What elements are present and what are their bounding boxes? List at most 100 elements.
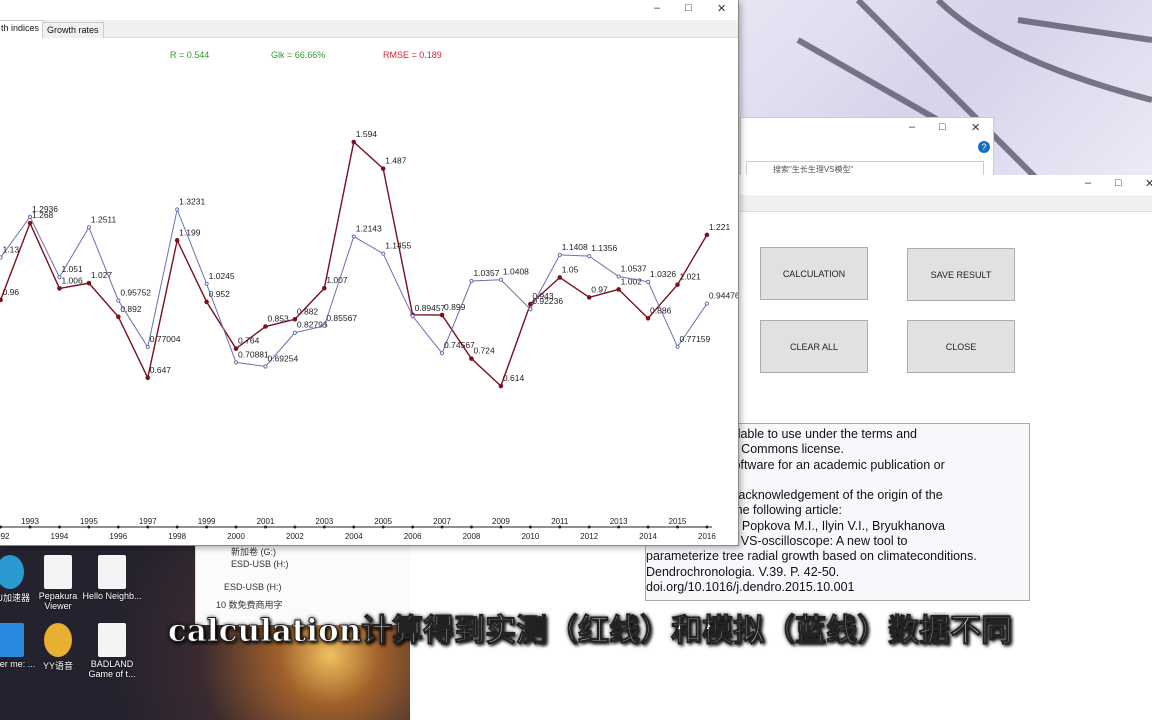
x-tick bbox=[646, 525, 650, 529]
data-label: 1.05 bbox=[562, 264, 579, 274]
help-icon[interactable]: ? bbox=[978, 141, 990, 153]
data-point bbox=[86, 280, 92, 286]
data-point bbox=[498, 383, 504, 389]
data-point bbox=[27, 214, 33, 219]
data-point bbox=[381, 251, 386, 256]
x-tick-label: 2013 bbox=[610, 517, 628, 526]
x-tick bbox=[116, 525, 120, 529]
data-point bbox=[322, 285, 327, 291]
data-point bbox=[263, 364, 268, 369]
data-label: 0.92236 bbox=[532, 296, 563, 306]
x-tick-label: 2000 bbox=[227, 532, 245, 541]
data-label: 0.69254 bbox=[267, 353, 298, 363]
close-icon[interactable]: ✕ bbox=[1145, 177, 1152, 190]
x-tick-label: 1992 bbox=[0, 532, 10, 541]
data-point bbox=[704, 301, 710, 306]
x-tick bbox=[352, 525, 356, 529]
minimize-icon[interactable]: – bbox=[1085, 177, 1091, 189]
data-label: 1.221 bbox=[709, 222, 731, 232]
drive-item[interactable]: ESD-USB (H:) bbox=[224, 582, 282, 592]
chart-window: – □ ✕ th indices Growth rates R = 0.544 … bbox=[0, 0, 739, 546]
x-tick-label: 1999 bbox=[198, 517, 216, 526]
data-label: 1.13 bbox=[3, 245, 20, 255]
x-tick bbox=[57, 525, 61, 529]
save-result-button[interactable]: SAVE RESULT bbox=[907, 248, 1015, 301]
data-point bbox=[675, 344, 680, 349]
data-label: 0.85567 bbox=[326, 313, 357, 323]
data-label: 0.97 bbox=[591, 284, 608, 294]
calculation-button[interactable]: CALCULATION bbox=[760, 247, 868, 300]
data-label: 1.1455 bbox=[385, 241, 411, 251]
data-label: 1.0357 bbox=[473, 268, 499, 278]
x-tick-label: 2016 bbox=[698, 532, 716, 541]
data-label: 0.647 bbox=[150, 365, 172, 375]
data-point bbox=[116, 298, 121, 303]
close-icon[interactable]: ✕ bbox=[971, 121, 980, 134]
data-label: 0.89457 bbox=[415, 303, 446, 313]
data-point bbox=[116, 314, 121, 320]
data-point bbox=[204, 281, 209, 286]
data-label: 0.724 bbox=[473, 346, 495, 356]
data-point bbox=[498, 277, 504, 282]
data-point bbox=[351, 234, 356, 239]
data-label: 1.051 bbox=[61, 264, 83, 274]
maximize-icon[interactable]: □ bbox=[939, 121, 946, 133]
data-label: 0.882 bbox=[297, 306, 319, 316]
drive-item[interactable]: 新加卷 (G:) bbox=[231, 545, 276, 558]
data-point bbox=[351, 139, 357, 145]
license-line: doi.org/10.1016/j.dendro.2015.10.001 bbox=[646, 579, 855, 594]
clear-all-button[interactable]: CLEAR ALL bbox=[760, 320, 868, 373]
x-tick-label: 2012 bbox=[580, 532, 598, 541]
data-point bbox=[233, 360, 239, 365]
x-tick-label: 2010 bbox=[521, 532, 539, 541]
video-subtitle: calculation计算得到实测（红线）和模拟（蓝线）数据不同 bbox=[167, 613, 1013, 650]
x-tick-label: 1998 bbox=[168, 532, 186, 541]
x-tick-label: 2005 bbox=[374, 517, 392, 526]
x-tick-label: 2015 bbox=[669, 517, 687, 526]
data-point bbox=[86, 225, 91, 230]
data-point bbox=[616, 287, 621, 292]
data-point bbox=[439, 312, 445, 318]
x-tick-label: 2011 bbox=[551, 517, 569, 526]
data-label: 0.96 bbox=[3, 287, 20, 297]
data-label: 0.94476 bbox=[709, 291, 738, 301]
data-point bbox=[0, 255, 3, 260]
desktop-icon[interactable]: Hello Neighb... bbox=[82, 555, 142, 601]
data-point bbox=[528, 307, 533, 312]
data-point bbox=[57, 286, 62, 291]
x-tick-label: 2001 bbox=[257, 517, 275, 526]
data-point bbox=[175, 207, 180, 212]
x-tick bbox=[705, 525, 709, 529]
data-label: 1.487 bbox=[385, 156, 407, 166]
data-point bbox=[704, 232, 710, 238]
data-point bbox=[586, 295, 592, 300]
x-tick-label: 2007 bbox=[433, 517, 451, 526]
data-point bbox=[322, 323, 327, 328]
data-label: 0.95752 bbox=[120, 287, 151, 297]
x-tick-label: 1995 bbox=[80, 517, 98, 526]
minimize-icon[interactable]: – bbox=[909, 121, 915, 133]
data-label: 1.2511 bbox=[91, 214, 117, 224]
data-point bbox=[27, 220, 33, 226]
x-tick bbox=[293, 525, 297, 529]
x-tick-label: 2003 bbox=[315, 517, 333, 526]
close-button[interactable]: CLOSE bbox=[907, 320, 1015, 373]
data-label: 1.021 bbox=[679, 272, 701, 282]
data-point bbox=[57, 275, 62, 280]
data-label: 1.0537 bbox=[621, 264, 647, 274]
x-tick-label: 1997 bbox=[139, 517, 157, 526]
data-label: 0.853 bbox=[267, 314, 289, 324]
x-tick-label: 2006 bbox=[404, 532, 422, 541]
maximize-icon[interactable]: □ bbox=[1115, 177, 1122, 189]
data-label: 1.0408 bbox=[503, 267, 529, 277]
x-tick bbox=[0, 525, 3, 529]
desktop-icon[interactable]: Pepakura Viewer bbox=[28, 555, 88, 611]
data-point bbox=[587, 254, 592, 259]
data-label: 0.614 bbox=[503, 373, 525, 383]
drive-item[interactable]: ESD-USB (H:) bbox=[231, 559, 289, 569]
x-tick bbox=[528, 525, 532, 529]
menu-strip bbox=[740, 195, 1152, 212]
data-label: 0.77159 bbox=[679, 334, 710, 344]
data-point bbox=[0, 297, 3, 303]
data-label: 1.007 bbox=[326, 275, 348, 285]
